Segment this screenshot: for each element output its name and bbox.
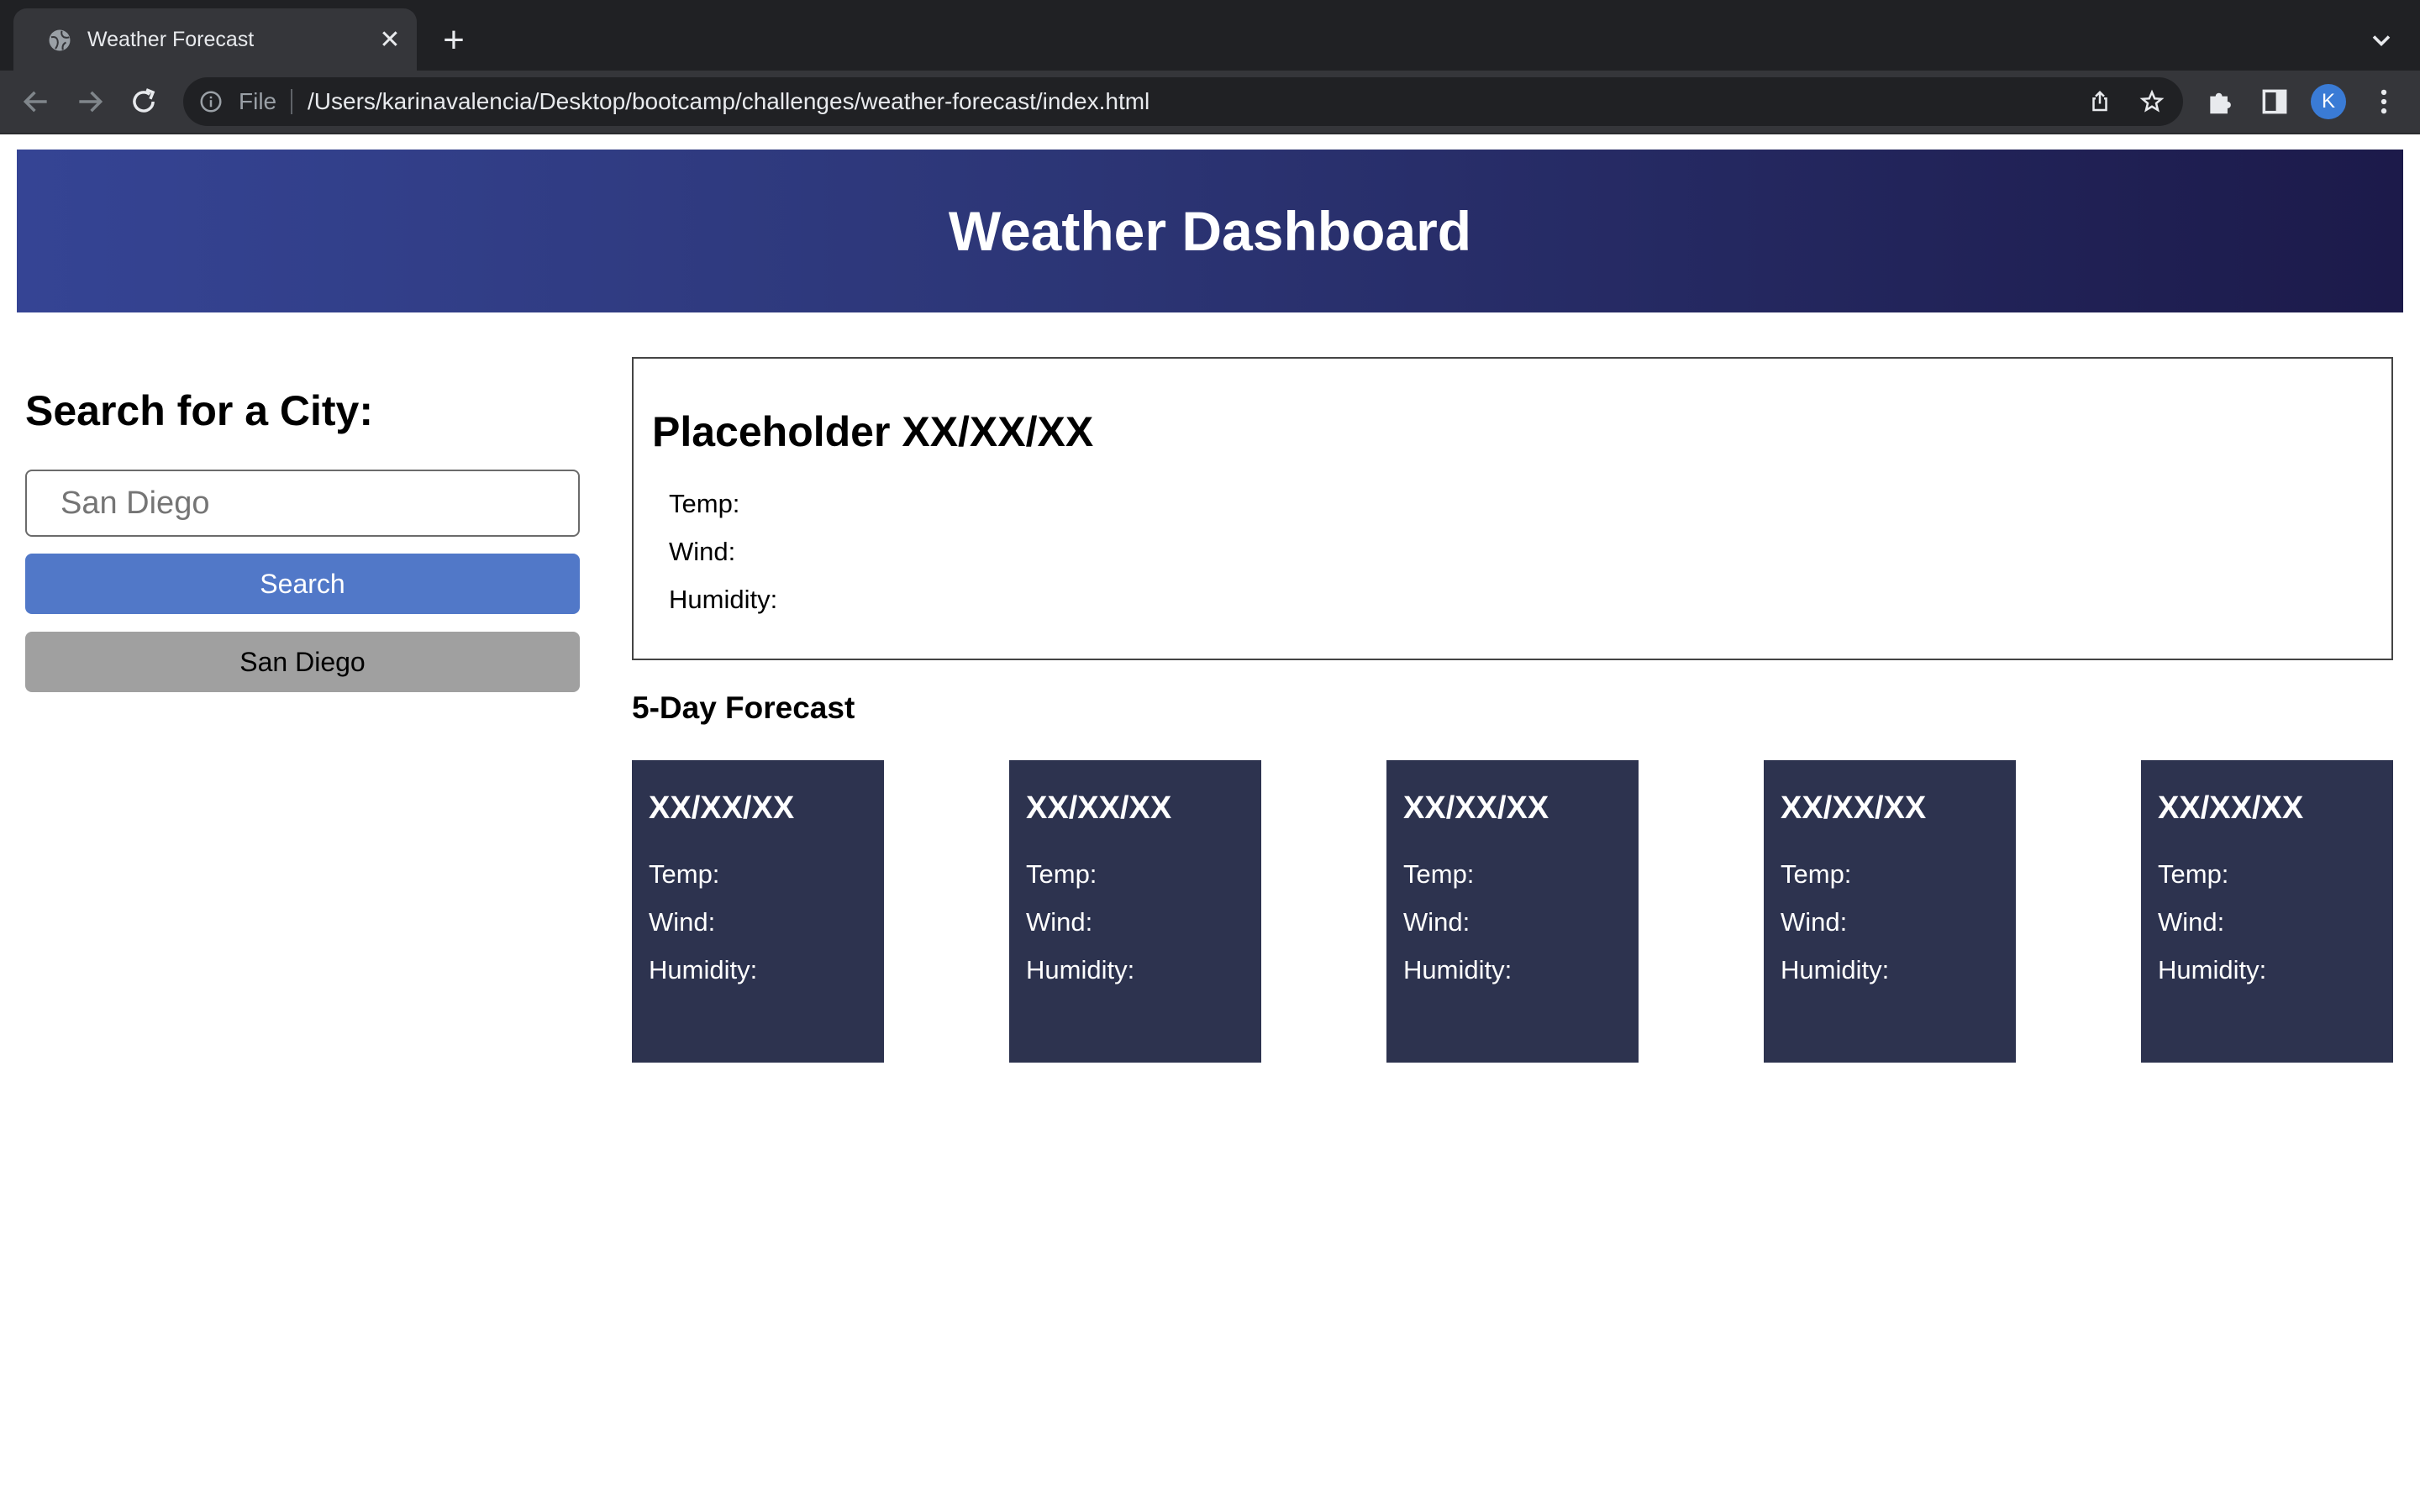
forecast-card: XX/XX/XX Temp: Wind: Humidity: (1009, 760, 1261, 1063)
forecast-humidity: Humidity: (649, 955, 758, 984)
current-city-title: Placeholder XX/XX/XX (652, 408, 1094, 455)
chevron-down-icon[interactable] (2366, 25, 2396, 55)
reload-icon[interactable] (128, 86, 160, 118)
forecast-date: XX/XX/XX (2158, 790, 2304, 826)
forecast-humidity: Humidity: (1026, 955, 1135, 984)
avatar[interactable]: K (2311, 84, 2346, 119)
kebab-menu-icon[interactable] (2368, 86, 2400, 118)
share-icon[interactable] (2087, 89, 2112, 114)
divider (291, 89, 292, 114)
current-humidity: Humidity: (669, 585, 778, 614)
forecast-date: XX/XX/XX (1026, 790, 1172, 826)
forecast-temp: Temp: (1781, 859, 1852, 889)
forecast-temp: Temp: (649, 859, 720, 889)
star-icon[interactable] (2139, 89, 2165, 114)
history-city-button[interactable]: San Diego (25, 632, 580, 692)
info-icon[interactable] (198, 89, 224, 114)
current-temp: Temp: (669, 489, 740, 518)
forecast-date: XX/XX/XX (1781, 790, 1927, 826)
current-wind: Wind: (669, 537, 736, 566)
forecast-humidity: Humidity: (2158, 955, 2267, 984)
forecast-date: XX/XX/XX (649, 790, 795, 826)
browser-toolbar: File /Users/karinavalencia/Desktop/bootc… (0, 71, 2420, 133)
close-icon[interactable]: ✕ (376, 27, 403, 54)
forecast-card: XX/XX/XX Temp: Wind: Humidity: (1764, 760, 2016, 1063)
forecast-card: XX/XX/XX Temp: Wind: Humidity: (632, 760, 884, 1063)
forecast-card: XX/XX/XX Temp: Wind: Humidity: (1386, 760, 1639, 1063)
divider (0, 133, 2420, 134)
current-weather-panel: Placeholder XX/XX/XX Temp: Wind: Humidit… (632, 357, 2393, 660)
tab-title: Weather Forecast (87, 28, 255, 51)
forecast-card: XX/XX/XX Temp: Wind: Humidity: (2141, 760, 2393, 1063)
browser-tab[interactable]: Weather Forecast ✕ (13, 8, 417, 71)
forecast-wind: Wind: (649, 907, 716, 937)
browser-tab-strip: Weather Forecast ✕ + (0, 0, 2420, 71)
plus-icon[interactable]: + (437, 22, 471, 59)
globe-icon (49, 29, 71, 51)
forecast-temp: Temp: (1026, 859, 1097, 889)
page-header: Weather Dashboard (17, 150, 2403, 312)
forecast-wind: Wind: (1403, 907, 1470, 937)
forecast-wind: Wind: (1781, 907, 1848, 937)
page-title: Weather Dashboard (948, 200, 1472, 262)
puzzle-icon[interactable] (2205, 86, 2237, 118)
back-icon[interactable] (20, 86, 52, 118)
forecast-humidity: Humidity: (1403, 955, 1512, 984)
forecast-heading: 5-Day Forecast (632, 690, 855, 725)
forecast-temp: Temp: (2158, 859, 2229, 889)
city-search-input[interactable] (25, 470, 580, 537)
address-bar[interactable]: File /Users/karinavalencia/Desktop/bootc… (183, 77, 2183, 126)
forecast-date: XX/XX/XX (1403, 790, 1549, 826)
forecast-temp: Temp: (1403, 859, 1475, 889)
url-scheme-label: File (239, 88, 277, 114)
search-button[interactable]: Search (25, 554, 580, 614)
search-heading: Search for a City: (25, 387, 374, 434)
url-text[interactable]: /Users/karinavalencia/Desktop/bootcamp/c… (308, 77, 1150, 126)
forecast-wind: Wind: (2158, 907, 2225, 937)
forecast-humidity: Humidity: (1781, 955, 1890, 984)
side-panel-icon[interactable] (2259, 86, 2291, 118)
forecast-wind: Wind: (1026, 907, 1093, 937)
forward-icon[interactable] (74, 86, 106, 118)
